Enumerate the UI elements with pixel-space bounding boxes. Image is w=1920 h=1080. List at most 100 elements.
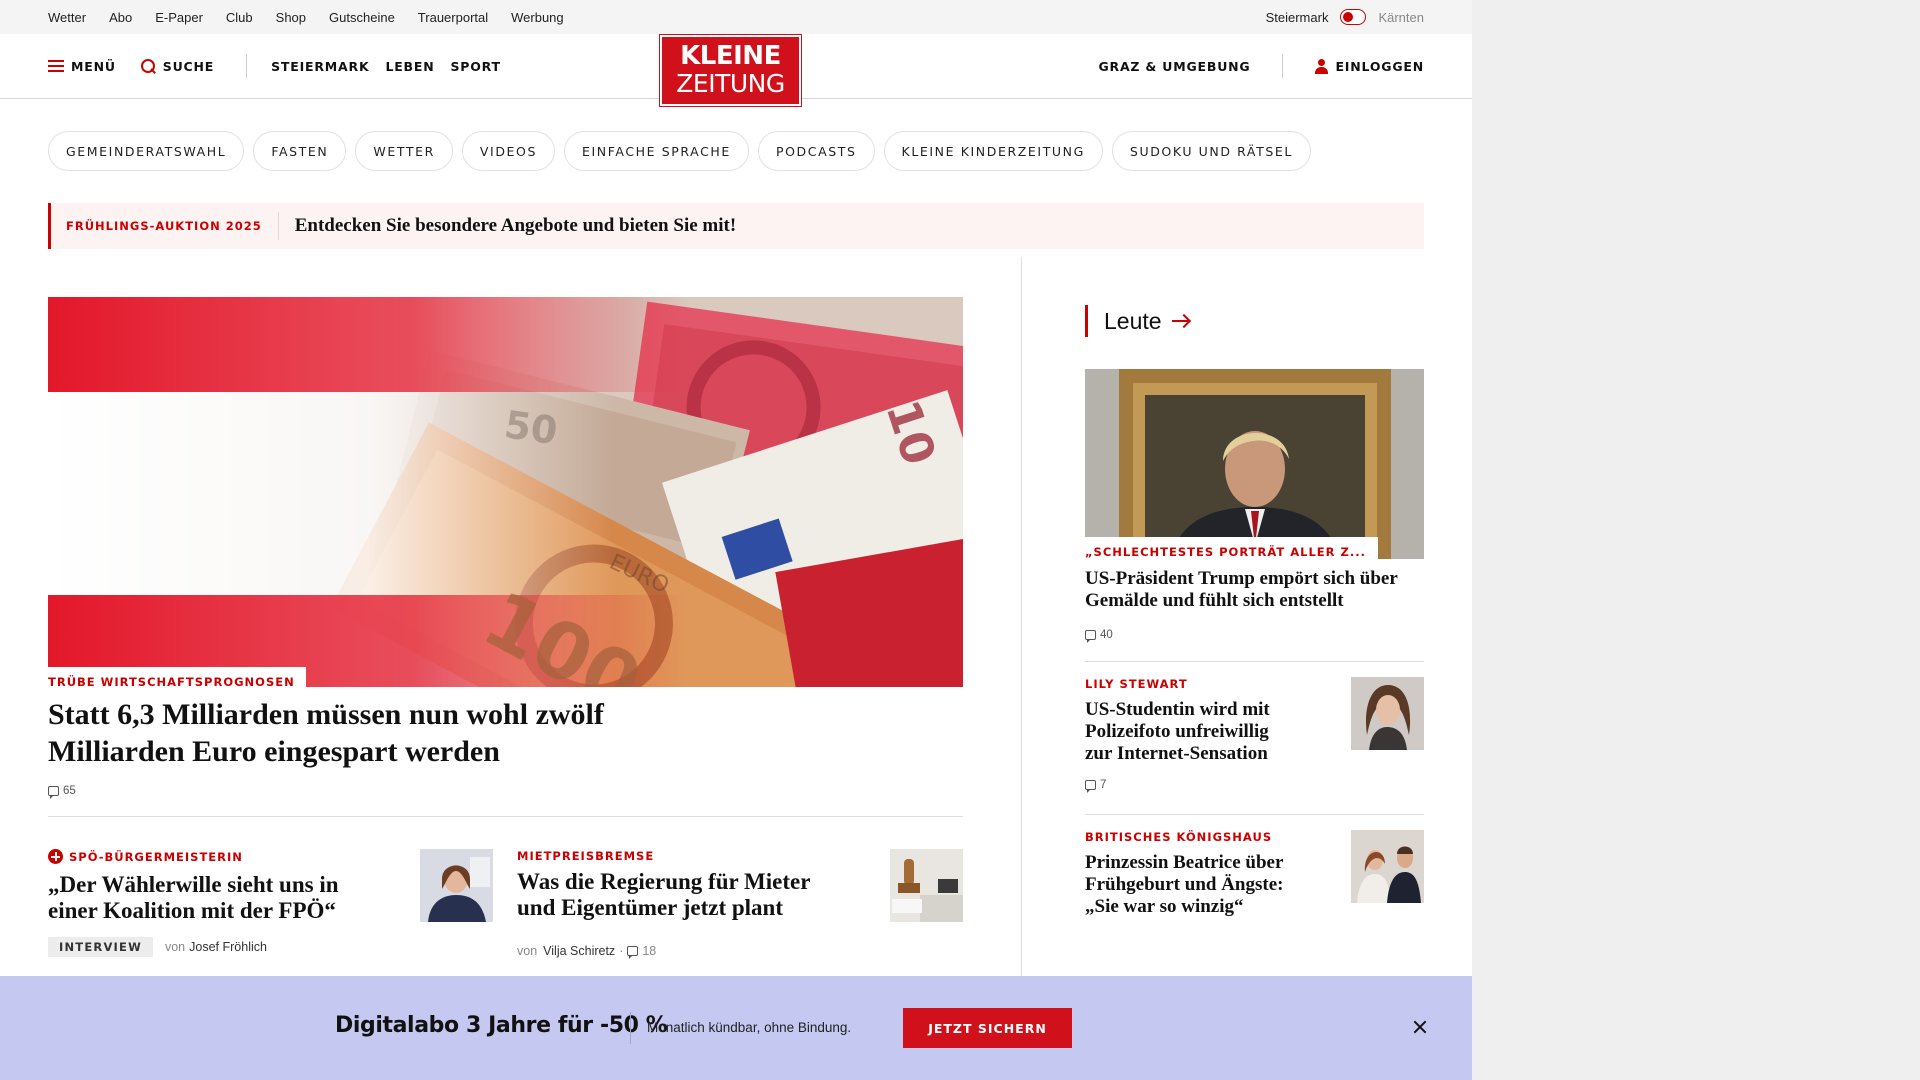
utility-link-gutscheine[interactable]: Gutscheine — [329, 10, 395, 25]
premium-plus-icon — [48, 849, 63, 864]
topic-chips: GEMEINDERATSWAHL FASTEN WETTER VIDEOS EI… — [48, 131, 1311, 171]
utility-link-epaper[interactable]: E-Paper — [155, 10, 203, 25]
sidebar-separator — [1085, 661, 1424, 662]
sidebar-item-headline[interactable]: US-Studentin wird mit Polizeifoto unfrei… — [1085, 699, 1300, 765]
author-name[interactable]: Josef Fröhlich — [189, 940, 267, 954]
close-icon[interactable] — [1411, 1018, 1429, 1036]
utility-bar: Wetter Abo E-Paper Club Shop Gutscheine … — [0, 0, 1472, 34]
interview-tag: INTERVIEW — [48, 937, 153, 957]
kleine-zeitung-logo[interactable]: KLEINE ZEITUNG — [659, 34, 802, 107]
utility-links: Wetter Abo E-Paper Club Shop Gutscheine … — [48, 0, 564, 34]
section-header-leute[interactable]: Leute — [1085, 305, 1190, 337]
utility-link-club[interactable]: Club — [226, 10, 253, 25]
stamp-image — [890, 849, 963, 922]
chip-wetter[interactable]: WETTER — [355, 131, 453, 171]
teaser-byline: von Vilja Schiretz · 18 — [517, 944, 847, 959]
comment-icon — [627, 946, 639, 959]
auction-promo-banner[interactable]: FRÜHLINGS-AUKTION 2025 Entdecken Sie bes… — [48, 203, 1424, 249]
byline-dot: · — [619, 944, 624, 958]
sidebar-item-comment-count[interactable]: 7 — [1085, 779, 1424, 793]
teaser-kicker: MIETPREISBREMSE — [517, 849, 655, 863]
kleine-zeitung-page: Wetter Abo E-Paper Club Shop Gutscheine … — [0, 0, 1472, 1080]
comment-icon — [1085, 630, 1096, 643]
banner-divider — [630, 1012, 631, 1044]
user-icon — [1315, 58, 1329, 74]
teaser-thumbnail-stamp[interactable] — [890, 849, 963, 922]
menu-button[interactable]: MENÜ — [48, 59, 116, 74]
hero-comment-count[interactable]: 65 — [48, 785, 76, 799]
header-left-nav: MENÜ SUCHE STEIERMARK LEBEN SPORT — [48, 34, 501, 98]
sidebar-item-comments-value: 7 — [1100, 779, 1107, 791]
hero-headline[interactable]: Statt 6,3 Milliarden müssen nun wohl zwö… — [48, 696, 648, 770]
chip-sudoku[interactable]: SUDOKU UND RÄTSEL — [1111, 131, 1311, 171]
section-separator — [48, 816, 963, 817]
teaser-mietpreisbremse: MIETPREISBREMSE Was die Regierung für Mi… — [517, 849, 847, 959]
utility-link-shop[interactable]: Shop — [276, 10, 306, 25]
logo-line-1: KLEINE — [680, 41, 781, 71]
utility-link-abo[interactable]: Abo — [109, 10, 132, 25]
subscribe-now-button[interactable]: JETZT SICHERN — [903, 1008, 1072, 1048]
subscription-title: Digitalabo 3 Jahre für -50 % — [335, 1013, 668, 1038]
search-icon — [140, 58, 156, 74]
region-toggle[interactable] — [1340, 9, 1367, 25]
portrait-image — [420, 849, 493, 922]
sidebar-item-headline[interactable]: Prinzessin Beatrice über Frühgeburt und … — [1085, 852, 1300, 918]
painting-image — [1085, 369, 1424, 559]
chip-kinderzeitung[interactable]: KLEINE KINDERZEITUNG — [883, 131, 1103, 171]
login-label: EINLOGGEN — [1335, 58, 1424, 74]
subscription-text: Monatlich kündbar, ohne Bindung. — [647, 1020, 852, 1035]
byline-prefix: von — [517, 944, 538, 958]
nav-steiermark[interactable]: STEIERMARK — [271, 59, 369, 74]
teaser-kicker-text: SPÖ-BÜRGERMEISTERIN — [69, 849, 243, 864]
sidebar-lead-comment-count[interactable]: 40 — [1085, 629, 1113, 643]
sidebar-item-beatrice: BRITISCHES KÖNIGSHAUS Prinzessin Beatric… — [1085, 830, 1424, 918]
location-selector[interactable]: GRAZ & UMGEBUNG — [1098, 59, 1250, 74]
sidebar-item-thumbnail[interactable] — [1351, 677, 1424, 750]
main-header: MENÜ SUCHE STEIERMARK LEBEN SPORT KLEINE… — [0, 34, 1472, 107]
login-button[interactable]: EINLOGGEN — [1315, 58, 1424, 74]
chip-fasten[interactable]: FASTEN — [253, 131, 347, 171]
promo-kicker: FRÜHLINGS-AUKTION 2025 — [51, 212, 279, 240]
utility-link-wetter[interactable]: Wetter — [48, 10, 86, 25]
arrow-right-icon — [1171, 314, 1190, 328]
sidebar-separator — [1085, 814, 1424, 815]
promo-text: Entdecken Sie besondere Angebote und bie… — [294, 215, 737, 236]
couple-photo — [1351, 830, 1424, 903]
section-title: Leute — [1104, 307, 1162, 334]
teaser-comments-value: 18 — [642, 944, 657, 958]
nav-sport[interactable]: SPORT — [450, 59, 500, 74]
sidebar-lead-comments-value: 40 — [1100, 629, 1113, 641]
teaser-headline[interactable]: Was die Regierung für Mieter und Eigentü… — [517, 869, 847, 921]
region-kaernten[interactable]: Kärnten — [1378, 10, 1424, 25]
chip-einfache-sprache[interactable]: EINFACHE SPRACHE — [564, 131, 749, 171]
divider — [246, 54, 248, 78]
portrait-image — [1351, 677, 1424, 750]
banknote-label-50: 50 — [502, 402, 560, 453]
sidebar-lead-headline[interactable]: US-Präsident Trump empört sich über Gemä… — [1085, 568, 1424, 612]
utility-link-werbung[interactable]: Werbung — [511, 10, 564, 25]
chip-videos[interactable]: VIDEOS — [461, 131, 556, 171]
search-label: SUCHE — [162, 58, 215, 74]
sidebar-lead-image-portrait[interactable] — [1085, 369, 1424, 559]
chip-gemeinderatswahl[interactable]: GEMEINDERATSWAHL — [48, 131, 245, 171]
banknotes-illustration: 50 100 10 EURO — [48, 297, 963, 687]
comment-icon — [48, 786, 59, 799]
hero-image-banknotes[interactable]: 50 100 10 EURO — [48, 297, 963, 687]
search-button[interactable]: SUCHE — [140, 58, 214, 74]
byline-prefix: von — [164, 940, 186, 954]
region-steiermark[interactable]: Steiermark — [1266, 10, 1329, 25]
author-name[interactable]: Vilja Schiretz — [543, 944, 615, 958]
logo-line-2: ZEITUNG — [676, 69, 785, 98]
sidebar-item-lily-stewart: LILY STEWART US-Studentin wird mit Poliz… — [1085, 677, 1424, 793]
hamburger-icon — [48, 60, 64, 72]
hero-kicker: TRÜBE WIRTSCHAFTSPROGNOSEN — [48, 667, 306, 689]
teaser-headline[interactable]: „Der Wählerwille sieht uns in einer Koal… — [48, 872, 378, 924]
sidebar-lead-kicker-box: „SCHLECHTESTES PORTRÄT ALLER Z... — [1085, 537, 1378, 559]
teaser-kicker: SPÖ-BÜRGERMEISTERIN — [48, 849, 378, 864]
teaser-thumbnail-mayor[interactable] — [420, 849, 493, 922]
nav-leben[interactable]: LEBEN — [385, 59, 434, 74]
column-divider — [1021, 257, 1022, 977]
sidebar-item-thumbnail[interactable] — [1351, 830, 1424, 903]
utility-link-trauerportal[interactable]: Trauerportal — [418, 10, 488, 25]
chip-podcasts[interactable]: PODCASTS — [757, 131, 875, 171]
